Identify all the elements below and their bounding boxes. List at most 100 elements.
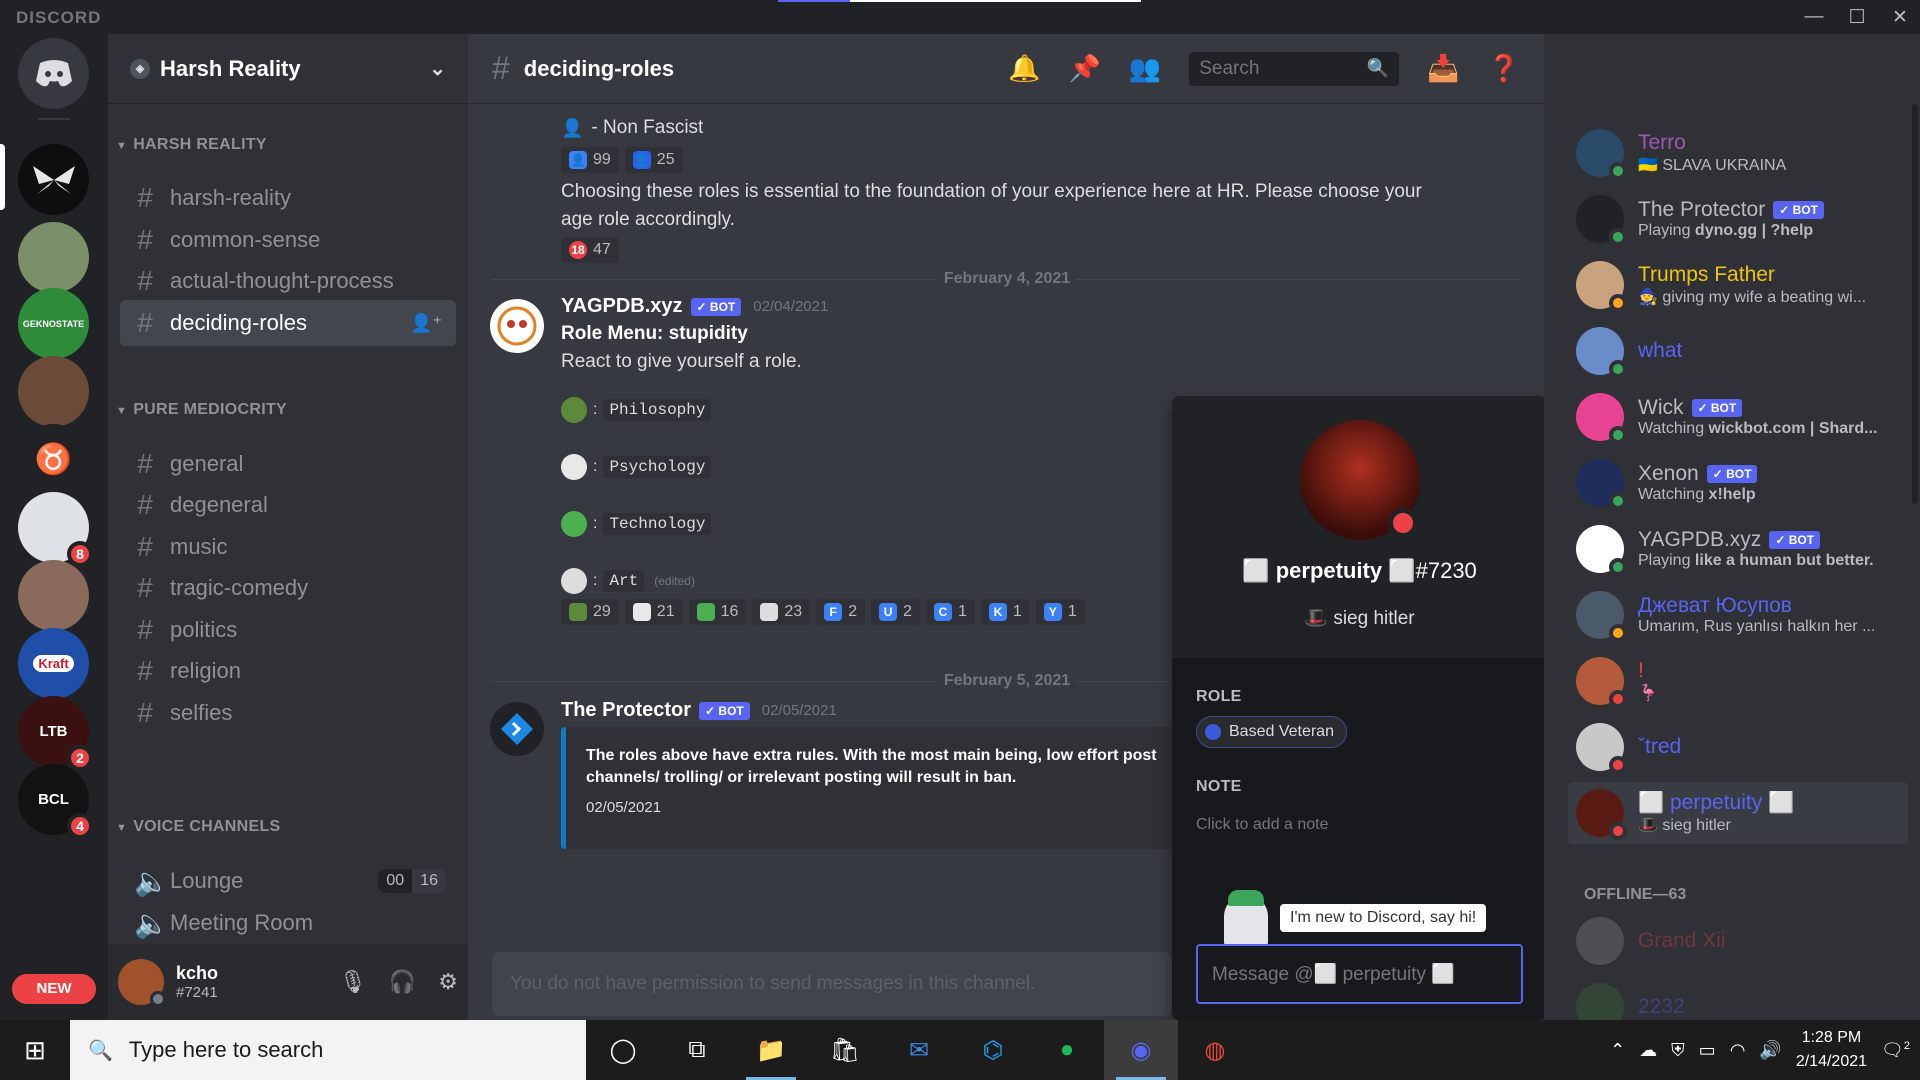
inbox-icon[interactable]: 📥 [1427,53,1459,84]
file-explorer-icon[interactable]: 📁 [734,1020,808,1080]
note-input[interactable]: Click to add a note [1196,816,1329,834]
server-harsh-reality[interactable] [18,144,89,215]
reaction[interactable]: 👤 99 [561,147,619,173]
member-list-scrollbar[interactable] [1912,104,1918,504]
search-input[interactable]: Search 🔍 [1189,51,1400,86]
reaction[interactable]: 23 [752,599,811,625]
server-bcl[interactable]: BCL 4 [18,764,93,839]
protector-avatar[interactable] [490,702,544,756]
pin-icon[interactable]: 📌 [1069,53,1101,84]
reaction[interactable]: 18 47 [561,237,619,263]
minimize-button[interactable]: — [1800,6,1828,28]
close-button[interactable]: ✕ [1886,6,1914,29]
category-harsh-reality[interactable]: ▼ HARSH REALITY [116,136,267,154]
channel-deciding-roles[interactable]: # deciding-roles 👤⁺ [120,300,456,346]
channel-politics[interactable]: # politics [120,607,456,653]
battery-icon[interactable]: ▭ [1699,1040,1716,1061]
member-item-selected[interactable]: ⬜ perpetuity ⬜ 🎩 sieg hitler [1568,782,1908,844]
discord-taskbar-icon[interactable]: ◉ [1104,1020,1178,1080]
chevron-up-icon[interactable]: ⌃ [1610,1040,1625,1061]
member-item[interactable]: The Protector ✓ BOT Playing dyno.gg | ?hel… [1568,188,1908,250]
member-item[interactable]: ! 🦩 [1568,650,1908,712]
reaction[interactable]: 16 [688,599,747,625]
reaction[interactable]: K1 [980,599,1030,625]
reaction[interactable]: 👤 25 [624,147,683,173]
guild-header[interactable]: ◈ Harsh Reality ⌄ [108,34,468,104]
channel-degeneral[interactable]: # degeneral [120,482,456,528]
spotify-icon[interactable]: ● [1030,1020,1104,1080]
wifi-icon[interactable]: ◠ [1730,1040,1746,1061]
cloud-icon[interactable]: ☁ [1639,1040,1657,1061]
reaction[interactable]: U2 [871,599,920,625]
server-portrait[interactable] [18,560,89,631]
channel-general[interactable]: # general [120,441,456,487]
gear-icon[interactable]: ⚙ [438,969,458,995]
wizard-emoji-icon: 🧙 [1638,289,1658,306]
channel-religion[interactable]: # religion [120,648,456,694]
volume-icon[interactable]: 🔊 [1759,1040,1781,1061]
reaction[interactable]: Y1 [1035,599,1085,625]
yagpdb-avatar[interactable] [490,299,544,353]
member-item[interactable]: Джеват Юсупов Umarım, Rus yanlısı halkın … [1568,584,1908,646]
channel-tragic-comedy[interactable]: # tragic-comedy [120,565,456,611]
reaction[interactable]: F2 [816,599,866,625]
channel-actual-thought-process[interactable]: # actual-thought-process [120,258,456,304]
vscode-icon[interactable]: ⌬ [956,1020,1030,1080]
avatar[interactable] [118,959,166,1007]
server-bunny[interactable] [18,222,89,293]
member-item[interactable]: ˇtred [1568,716,1908,778]
member-list-icon[interactable]: 👥 [1129,53,1161,84]
reaction[interactable]: 21 [624,599,683,625]
notification-icon[interactable]: 🗨2 [1881,1040,1910,1061]
cortana-icon[interactable]: ◯ [586,1020,660,1080]
microphone-icon[interactable]: 🎙 [339,969,367,995]
category-pure-mediocrity[interactable]: ▼ PURE MEDIOCRITY [116,401,287,419]
member-item-offline[interactable]: 2232 [1568,976,1908,1020]
new-servers-badge[interactable]: NEW [12,974,96,1004]
server-anime[interactable] [18,356,89,427]
server-arcade[interactable]: 8 [18,492,93,567]
role-pill[interactable]: Based Veteran [1196,716,1347,748]
headphones-icon[interactable]: 🎧 [389,969,416,995]
server-kraft[interactable]: Kraft [18,628,89,699]
channel-music[interactable]: # music [120,524,456,570]
voice-channel-lounge[interactable]: 🔈 Lounge 00 16 [120,858,456,904]
member-item[interactable]: Terro 🇺🇦 SLAVA UKRAINA [1568,122,1908,184]
server-ltb[interactable]: LTB 2 [18,696,93,771]
taskbar-search-input[interactable]: 🔍 Type here to search [70,1020,586,1080]
member-item-offline[interactable]: Grand Xii [1568,910,1908,972]
clock[interactable]: 1:28 PM 2/14/2021 [1796,1026,1867,1074]
wumpus-speech-bubble[interactable]: I'm new to Discord, say hi! [1280,904,1487,932]
voice-channel-meeting-room[interactable]: 🔈 Meeting Room [120,900,456,946]
dm-message-input[interactable]: Message @⬜ perpetuity ⬜ [1196,944,1523,1004]
member-item[interactable]: what [1568,320,1908,382]
author-name[interactable]: YAGPDB.xyz [561,295,683,318]
security-icon[interactable]: ⛨ [1671,1040,1685,1061]
reaction[interactable]: C1 [926,599,975,625]
server-geknostate[interactable]: GEKNOSTATE [18,288,89,359]
status-online-dot [1609,492,1627,510]
member-item[interactable]: Wick ✓ BOT Watching wickbot.com | Shard... [1568,386,1908,448]
channel-selfies[interactable]: # selfies [120,690,456,736]
home-button[interactable] [18,38,89,109]
channel-common-sense[interactable]: # common-sense [120,217,456,263]
reaction[interactable]: 29 [561,599,619,625]
category-voice-channels[interactable]: ▼ VOICE CHANNELS [116,818,281,836]
member-item[interactable]: YAGPDB.xyz ✓ BOT Playing like a human but … [1568,518,1908,580]
reaction-row: 29 21 16 23 F2 U2 C1 K1 Y1 [561,599,1085,625]
author-name[interactable]: The Protector [561,699,691,722]
mail-icon[interactable]: ✉ [882,1020,956,1080]
member-item[interactable]: Xenon ✓ BOT Watching x!help [1568,452,1908,514]
task-view-icon[interactable]: ⧉ [660,1020,734,1080]
store-icon[interactable]: 🛍 [808,1020,882,1080]
bell-icon[interactable]: 🔔 [1008,53,1040,84]
status-online-dot [1609,162,1627,180]
invite-member-icon[interactable]: 👤⁺ [410,313,442,334]
chrome-icon[interactable]: ◍ [1178,1020,1252,1080]
windows-start-icon[interactable]: ⊞ [0,1035,70,1066]
member-item[interactable]: Trumps Father 🧙 giving my wife a beating … [1568,254,1908,316]
server-longhorn[interactable]: ♉ [18,424,89,495]
channel-harsh-reality[interactable]: # harsh-reality [120,175,456,221]
help-icon[interactable]: ❓ [1488,53,1520,84]
maximize-button[interactable]: ☐ [1843,6,1871,29]
